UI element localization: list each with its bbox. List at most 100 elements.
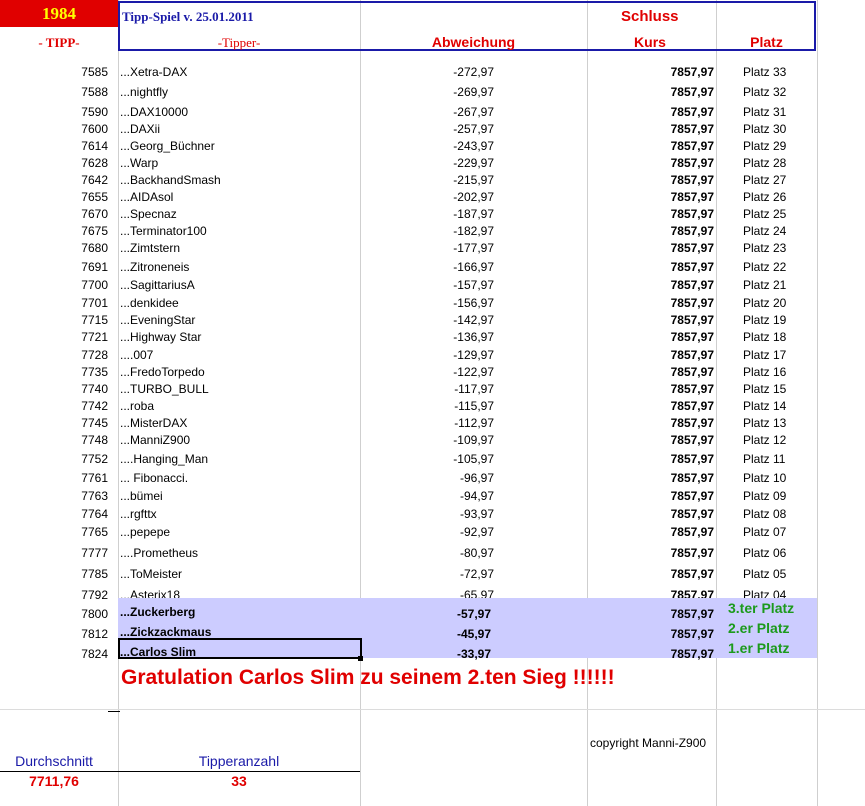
abweichung-cell[interactable]: -136,97 (360, 331, 494, 343)
abweichung-cell[interactable]: -45,97 (360, 628, 491, 640)
tipp-cell[interactable]: 7670 (0, 208, 108, 220)
abweichung-cell[interactable]: -57,97 (360, 608, 491, 620)
tipp-cell[interactable]: 7763 (0, 490, 108, 502)
kurs-cell[interactable]: 7857,97 (587, 349, 714, 361)
tipper-cell[interactable]: ...BackhandSmash (120, 174, 221, 186)
abweichung-cell[interactable]: -129,97 (360, 349, 494, 361)
tipp-cell[interactable]: 7824 (0, 648, 108, 660)
platz-cell[interactable]: Platz 29 (743, 140, 786, 152)
col-header-tipp[interactable]: - TIPP- (0, 36, 118, 49)
tipp-cell[interactable]: 7764 (0, 508, 108, 520)
tipp-cell[interactable]: 7700 (0, 279, 108, 291)
abweichung-cell[interactable]: -166,97 (360, 261, 494, 273)
abweichung-cell[interactable]: -80,97 (360, 547, 494, 559)
abweichung-cell[interactable]: -269,97 (360, 86, 494, 98)
tipper-cell[interactable]: ...denkidee (120, 297, 179, 309)
tipp-cell[interactable]: 7588 (0, 86, 108, 98)
tipp-cell[interactable]: 7701 (0, 297, 108, 309)
winner-platz-cell[interactable]: 2.er Platz (728, 621, 789, 635)
tipper-cell[interactable]: ...Terminator100 (120, 225, 207, 237)
platz-cell[interactable]: Platz 12 (743, 434, 786, 446)
tipper-cell[interactable]: ....Prometheus (120, 547, 198, 559)
tipp-cell[interactable]: 7614 (0, 140, 108, 152)
abweichung-cell[interactable]: -187,97 (360, 208, 494, 220)
abweichung-cell[interactable]: -112,97 (360, 417, 494, 429)
active-cell-selection[interactable] (118, 638, 362, 659)
tipp-cell[interactable]: 7812 (0, 628, 108, 640)
abweichung-cell[interactable]: -115,97 (360, 400, 494, 412)
platz-cell[interactable]: Platz 32 (743, 86, 786, 98)
kurs-cell[interactable]: 7857,97 (587, 225, 714, 237)
kurs-cell[interactable]: 7857,97 (587, 191, 714, 203)
col-header-abweichung[interactable]: Abweichung (360, 35, 587, 49)
kurs-cell[interactable]: 7857,97 (587, 86, 714, 98)
tipp-cell[interactable]: 7675 (0, 225, 108, 237)
winner-platz-cell[interactable]: 3.ter Platz (728, 601, 794, 615)
tipper-cell[interactable]: ...Zimtstern (120, 242, 180, 254)
platz-cell[interactable]: Platz 26 (743, 191, 786, 203)
kurs-cell[interactable]: 7857,97 (587, 608, 714, 620)
tipp-cell[interactable]: 7600 (0, 123, 108, 135)
tipper-cell[interactable]: ...Zuckerberg (120, 606, 195, 618)
tipper-cell[interactable]: ...ToMeister (120, 568, 182, 580)
platz-cell[interactable]: Platz 21 (743, 279, 786, 291)
kurs-cell[interactable]: 7857,97 (587, 453, 714, 465)
tipper-cell[interactable]: ...ManniZ900 (120, 434, 190, 446)
kurs-cell[interactable]: 7857,97 (587, 208, 714, 220)
platz-cell[interactable]: Platz 10 (743, 472, 786, 484)
col-header-tipper[interactable]: -Tipper- (118, 36, 360, 49)
platz-cell[interactable]: Platz 28 (743, 157, 786, 169)
platz-cell[interactable]: Platz 11 (743, 453, 785, 465)
tipper-cell[interactable]: ... Fibonacci. (120, 472, 188, 484)
tipp-cell[interactable]: 7590 (0, 106, 108, 118)
platz-cell[interactable]: Platz 17 (743, 349, 786, 361)
kurs-cell[interactable]: 7857,97 (587, 66, 714, 78)
tipper-cell[interactable]: ...MisterDAX (120, 417, 187, 429)
platz-cell[interactable]: Platz 18 (743, 331, 786, 343)
sheet-title[interactable]: Tipp-Spiel v. 25.01.2011 (122, 10, 254, 23)
kurs-cell[interactable]: 7857,97 (587, 174, 714, 186)
tipper-cell[interactable]: ...AIDAsol (120, 191, 173, 203)
tipper-cell[interactable]: ...Xetra-DAX (120, 66, 187, 78)
abweichung-cell[interactable]: -122,97 (360, 366, 494, 378)
tipper-cell[interactable]: ...rgfttx (120, 508, 157, 520)
abweichung-cell[interactable]: -72,97 (360, 568, 494, 580)
average-value[interactable]: 7711,76 (0, 774, 108, 788)
congratulation-text[interactable]: Gratulation Carlos Slim zu seinem 2.ten … (121, 667, 615, 688)
tipper-cell[interactable]: ...pepepe (120, 526, 170, 538)
tipper-count-value[interactable]: 33 (118, 774, 360, 788)
tipp-cell[interactable]: 7742 (0, 400, 108, 412)
kurs-cell[interactable]: 7857,97 (587, 261, 714, 273)
abweichung-cell[interactable]: -109,97 (360, 434, 494, 446)
abweichung-cell[interactable]: -105,97 (360, 453, 494, 465)
abweichung-cell[interactable]: -33,97 (360, 648, 491, 660)
tipper-cell[interactable]: ...Specnaz (120, 208, 177, 220)
kurs-cell[interactable]: 7857,97 (587, 157, 714, 169)
abweichung-cell[interactable]: -202,97 (360, 191, 494, 203)
tipp-cell[interactable]: 7628 (0, 157, 108, 169)
abweichung-cell[interactable]: -142,97 (360, 314, 494, 326)
tipper-cell[interactable]: ...Zitroneneis (120, 261, 189, 273)
platz-cell[interactable]: Platz 24 (743, 225, 786, 237)
abweichung-cell[interactable]: -267,97 (360, 106, 494, 118)
tipp-cell[interactable]: 7777 (0, 547, 108, 559)
tipper-cell[interactable]: ...SagittariusA (120, 279, 195, 291)
platz-cell[interactable]: Platz 14 (743, 400, 786, 412)
kurs-cell[interactable]: 7857,97 (587, 400, 714, 412)
kurs-cell[interactable]: 7857,97 (587, 383, 714, 395)
platz-cell[interactable]: Platz 31 (743, 106, 786, 118)
average-label[interactable]: Durchschnitt (0, 754, 108, 768)
kurs-cell[interactable]: 7857,97 (587, 568, 714, 580)
tipper-cell[interactable]: ...Zickzackmaus (120, 626, 211, 638)
abweichung-cell[interactable]: -182,97 (360, 225, 494, 237)
abweichung-cell[interactable]: -93,97 (360, 508, 494, 520)
col-header-kurs[interactable]: Kurs (600, 35, 700, 49)
schluss-header[interactable]: Schluss (621, 9, 679, 24)
tipper-cell[interactable]: ...TURBO_BULL (120, 383, 209, 395)
abweichung-cell[interactable]: -117,97 (360, 383, 494, 395)
tipp-cell[interactable]: 7721 (0, 331, 108, 343)
tipp-cell[interactable]: 7761 (0, 472, 108, 484)
tipper-cell[interactable]: ...FredoTorpedo (120, 366, 205, 378)
tipper-cell[interactable]: ...DAXii (120, 123, 160, 135)
tipp-cell[interactable]: 7585 (0, 66, 108, 78)
